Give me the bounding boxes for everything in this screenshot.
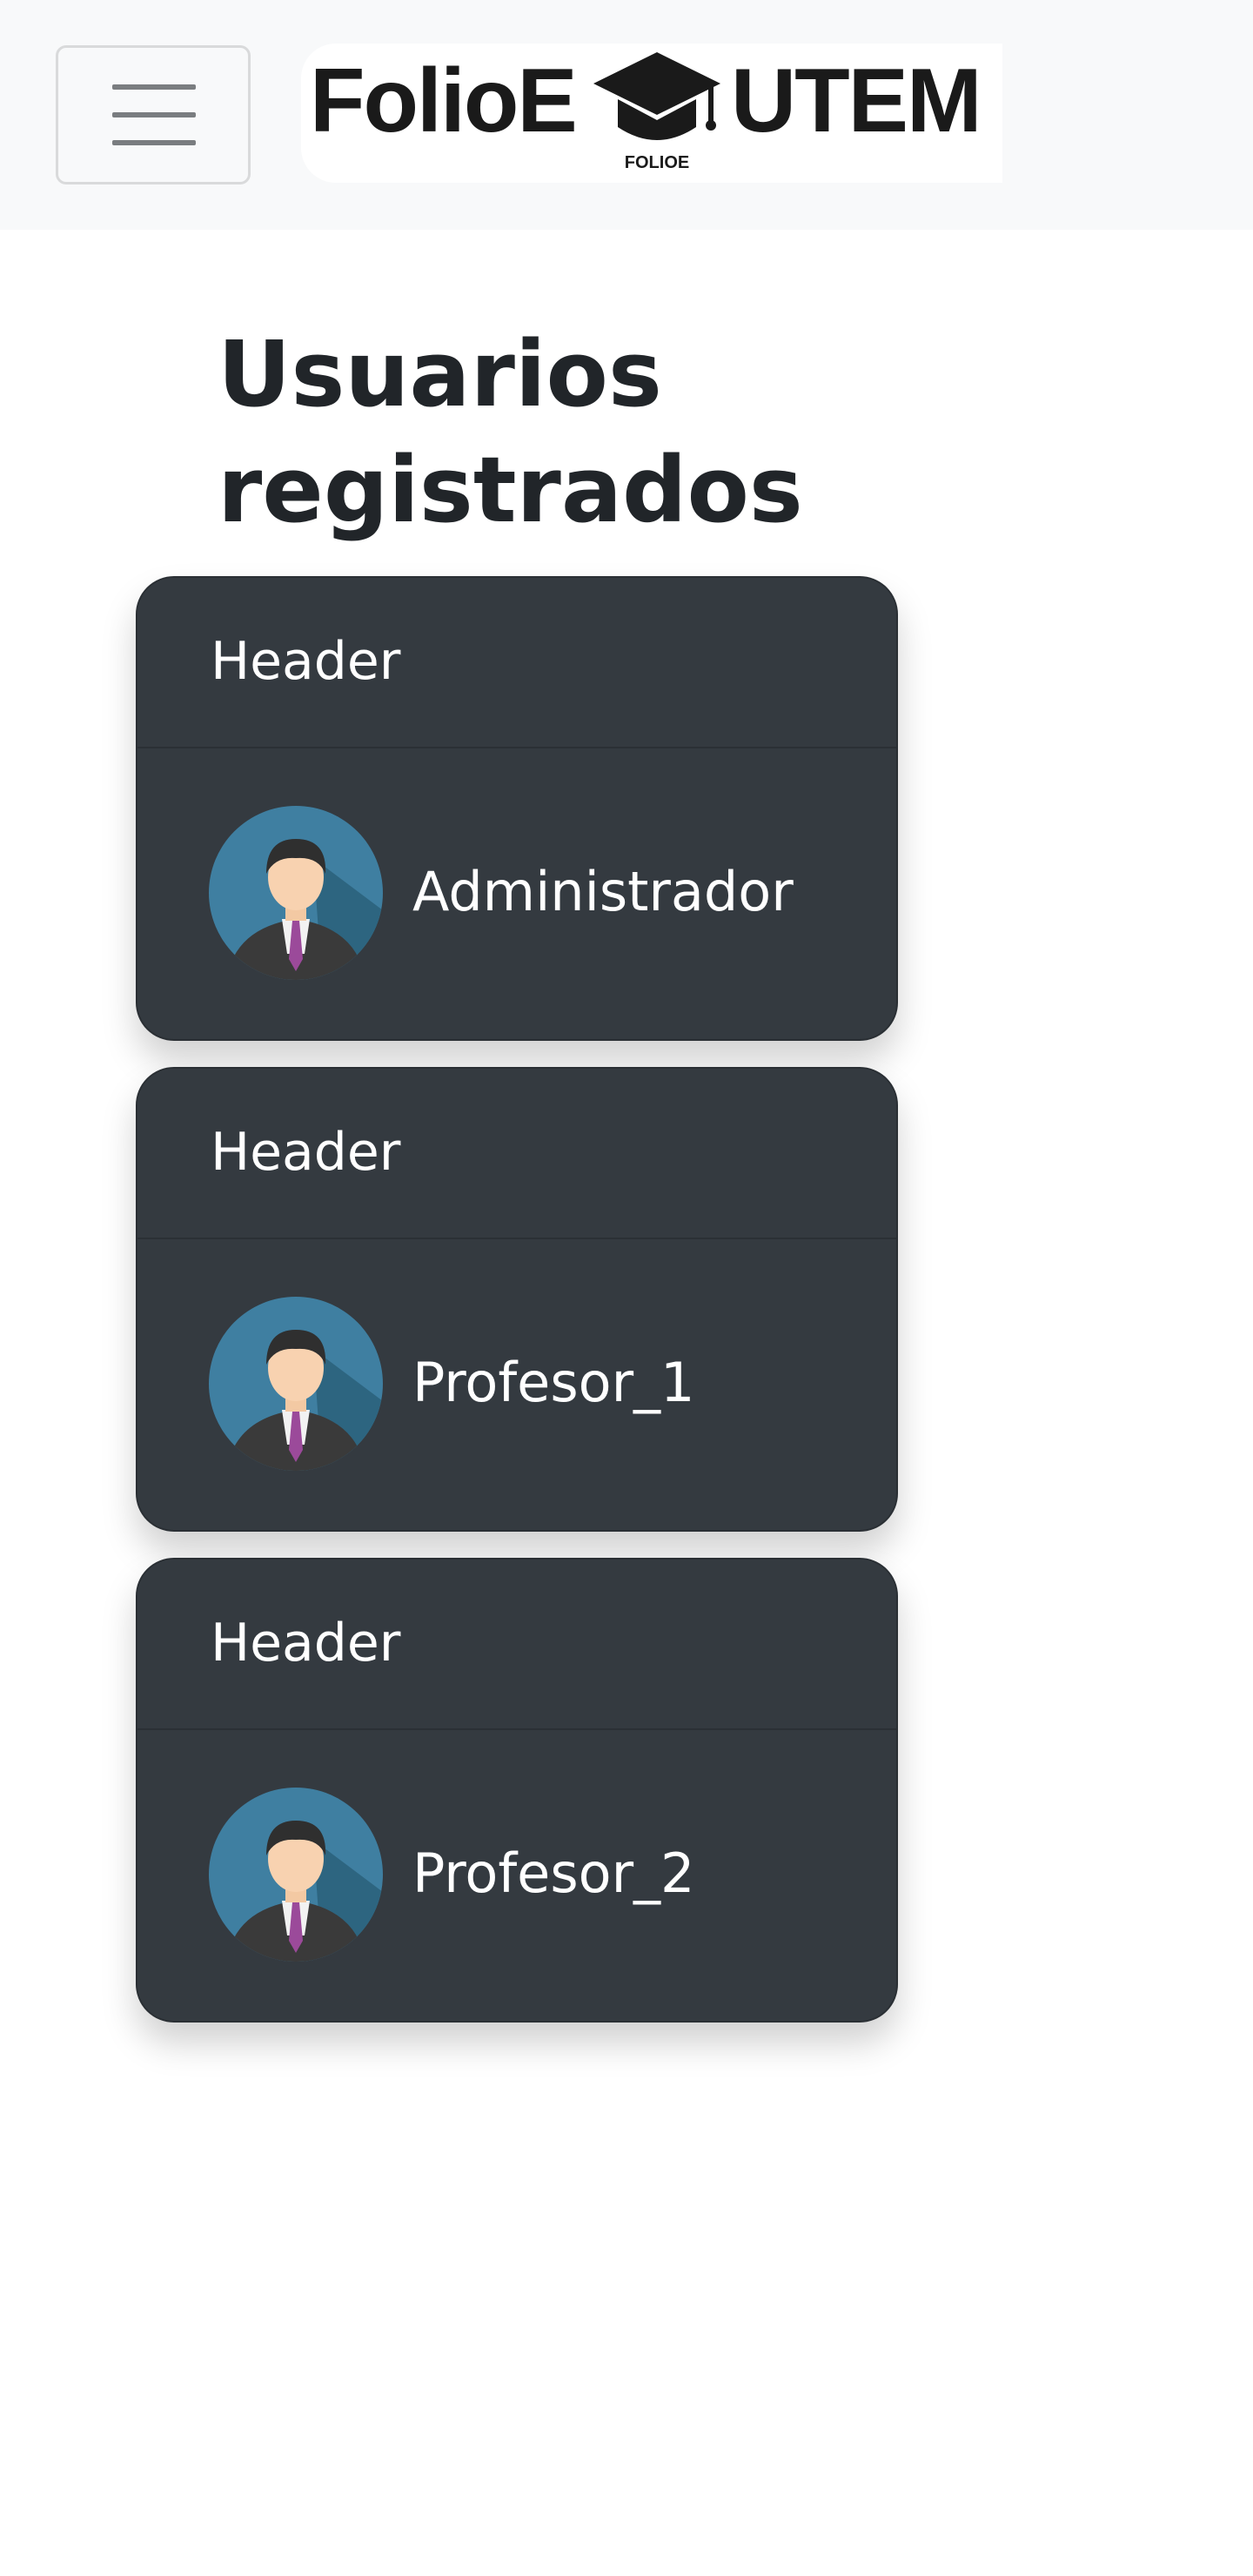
user-avatar-icon	[209, 1297, 383, 1471]
card-header: Header	[137, 578, 896, 748]
user-card[interactable]: Header Profesor_2	[136, 1558, 898, 2023]
navbar-toggler-button[interactable]	[56, 45, 251, 184]
user-card[interactable]: Header Profesor_1	[136, 1067, 898, 1532]
page-title: Usuarios registrados	[218, 321, 803, 543]
user-name: Profesor_2	[412, 1841, 695, 1905]
user-card[interactable]: Header Administrador	[136, 576, 898, 1041]
card-header: Header	[137, 1069, 896, 1239]
card-header-label: Header	[211, 1122, 401, 1183]
card-header-label: Header	[211, 1613, 401, 1674]
brand-cap-label: FOLIOE	[624, 153, 690, 172]
navbar: FolioE FOLIOE UTEM	[0, 0, 1253, 230]
brand-logo-link[interactable]: FolioE FOLIOE UTEM	[301, 44, 1002, 183]
user-avatar-icon	[209, 1788, 383, 1962]
brand-word-right: UTEM	[731, 50, 982, 151]
card-header-label: Header	[211, 631, 401, 692]
user-avatar-icon	[209, 806, 383, 980]
card-header: Header	[137, 1560, 896, 1730]
graduation-cap-icon: FOLIOE	[592, 50, 722, 179]
user-name: Profesor_1	[412, 1351, 695, 1414]
user-name: Administrador	[412, 860, 794, 923]
brand-word-left: FolioE	[310, 50, 578, 151]
